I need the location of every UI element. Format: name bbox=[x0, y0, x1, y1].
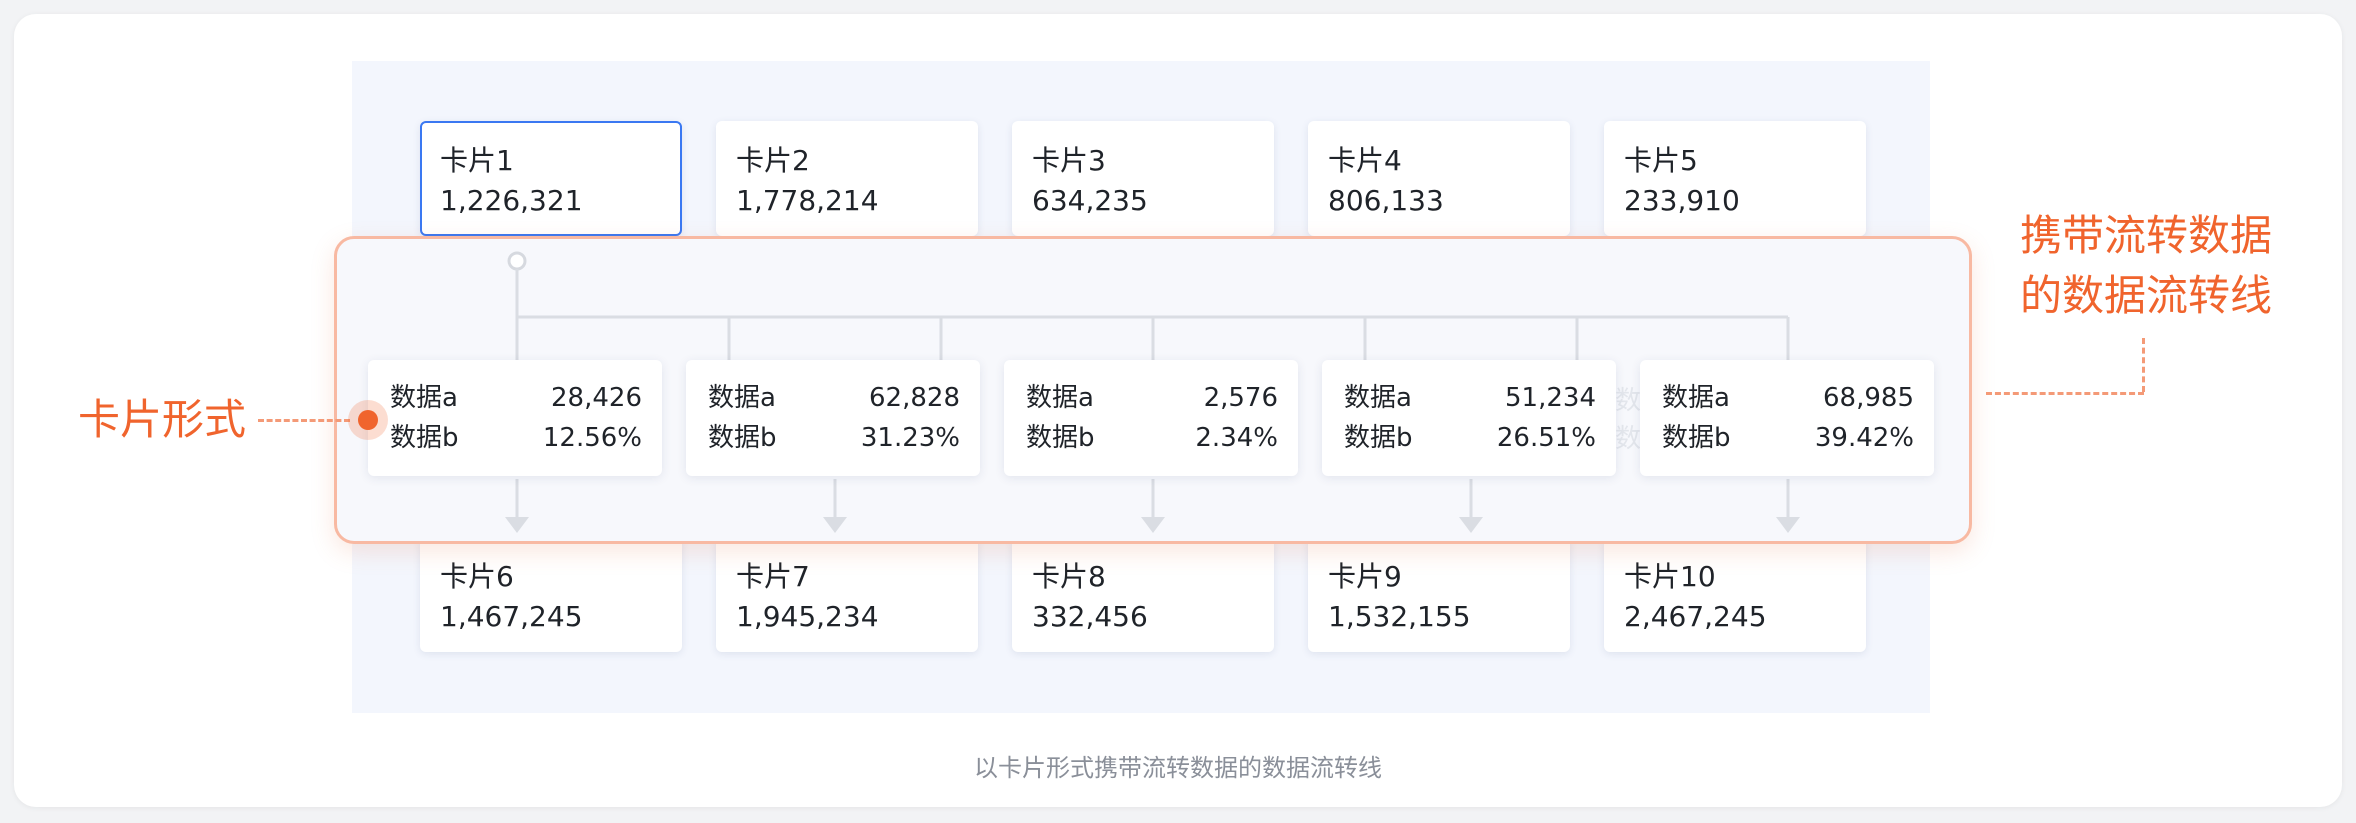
data-card-5[interactable]: 数据a 68,985 数据b 39.42% bbox=[1640, 360, 1934, 476]
data-value-a: 28,426 bbox=[551, 383, 642, 413]
card-value: 1,945,234 bbox=[736, 600, 879, 633]
annotation-leader-right-vertical bbox=[2142, 338, 2145, 392]
arrow-down-icon bbox=[823, 517, 847, 533]
card-value: 332,456 bbox=[1032, 600, 1148, 633]
data-value-b: 26.51% bbox=[1496, 423, 1596, 453]
card-title: 卡片4 bbox=[1328, 144, 1402, 177]
arrow-down-icon bbox=[1776, 517, 1800, 533]
card-value: 1,226,321 bbox=[440, 184, 583, 217]
data-row-b: 数据b 12.56% bbox=[390, 418, 642, 458]
card-title: 卡片5 bbox=[1624, 144, 1698, 177]
card-title: 卡片7 bbox=[736, 560, 810, 593]
annotation-flow-line-line1: 携带流转数据 bbox=[2020, 211, 2273, 260]
data-label-b: 数据b bbox=[1344, 423, 1413, 453]
data-row-b: 数据b 2.34% bbox=[1026, 418, 1278, 458]
data-label-b: 数据b bbox=[708, 423, 777, 453]
card-title: 卡片3 bbox=[1032, 144, 1106, 177]
data-label-b: 数据b bbox=[1662, 423, 1731, 453]
flow-line-highlight-panel: 数据a 数据b 数据a 数据b 数据a 数据b 数据a 数据b 数据a 28,4… bbox=[334, 236, 1972, 544]
data-card-1[interactable]: 数据a 28,426 数据b 12.56% bbox=[368, 360, 662, 476]
card-1[interactable]: 卡片1 1,226,321 bbox=[420, 121, 682, 236]
data-value-a: 2,576 bbox=[1203, 383, 1278, 413]
data-row-b: 数据b 31.23% bbox=[708, 418, 960, 458]
data-row-a: 数据a 51,234 bbox=[1344, 378, 1596, 418]
data-row-a: 数据a 2,576 bbox=[1026, 378, 1278, 418]
data-card-4[interactable]: 数据a 51,234 数据b 26.51% bbox=[1322, 360, 1616, 476]
data-row-a: 数据a 62,828 bbox=[708, 378, 960, 418]
card-value: 806,133 bbox=[1328, 184, 1444, 217]
card-title: 卡片9 bbox=[1328, 560, 1402, 593]
flow-source-node bbox=[507, 251, 527, 271]
data-row-a: 数据a 28,426 bbox=[390, 378, 642, 418]
card-6[interactable]: 卡片6 1,467,245 bbox=[420, 537, 682, 652]
card-5[interactable]: 卡片5 233,910 bbox=[1604, 121, 1866, 236]
card-4[interactable]: 卡片4 806,133 bbox=[1308, 121, 1570, 236]
annotation-leader-right-horizontal bbox=[1986, 392, 2144, 395]
anchor-dot-icon bbox=[358, 410, 378, 430]
data-value-b: 12.56% bbox=[542, 423, 642, 453]
data-label-a: 数据a bbox=[1662, 383, 1730, 413]
card-8[interactable]: 卡片8 332,456 bbox=[1012, 537, 1274, 652]
arrow-down-icon bbox=[505, 517, 529, 533]
card-title: 卡片10 bbox=[1624, 560, 1716, 593]
data-label-a: 数据a bbox=[1026, 383, 1094, 413]
data-label-a: 数据a bbox=[390, 383, 458, 413]
data-value-b: 31.23% bbox=[860, 423, 960, 453]
card-3[interactable]: 卡片3 634,235 bbox=[1012, 121, 1274, 236]
annotation-anchor-dot bbox=[348, 400, 388, 440]
arrow-down-icon bbox=[1459, 517, 1483, 533]
card-10[interactable]: 卡片10 2,467,245 bbox=[1604, 537, 1866, 652]
data-value-a: 62,828 bbox=[869, 383, 960, 413]
data-label-b: 数据b bbox=[1026, 423, 1095, 453]
data-value-a: 68,985 bbox=[1823, 383, 1914, 413]
card-title: 卡片6 bbox=[440, 560, 514, 593]
card-title: 卡片8 bbox=[1032, 560, 1106, 593]
data-value-a: 51,234 bbox=[1505, 383, 1596, 413]
card-value: 1,532,155 bbox=[1328, 600, 1471, 633]
card-value: 634,235 bbox=[1032, 184, 1148, 217]
card-value: 2,467,245 bbox=[1624, 600, 1767, 633]
data-value-b: 2.34% bbox=[1195, 423, 1278, 453]
figure-caption: 以卡片形式携带流转数据的数据流转线 bbox=[974, 754, 1382, 782]
data-row-b: 数据b 26.51% bbox=[1344, 418, 1596, 458]
annotation-leader-left bbox=[258, 419, 350, 422]
data-row-a: 数据a 68,985 bbox=[1662, 378, 1914, 418]
data-card-3[interactable]: 数据a 2,576 数据b 2.34% bbox=[1004, 360, 1298, 476]
card-value: 1,778,214 bbox=[736, 184, 879, 217]
card-title: 卡片1 bbox=[440, 144, 514, 177]
annotation-card-form: 卡片形式 bbox=[78, 395, 247, 444]
data-card-2[interactable]: 数据a 62,828 数据b 31.23% bbox=[686, 360, 980, 476]
card-7[interactable]: 卡片7 1,945,234 bbox=[716, 537, 978, 652]
card-value: 233,910 bbox=[1624, 184, 1740, 217]
data-label-a: 数据a bbox=[708, 383, 776, 413]
card-2[interactable]: 卡片2 1,778,214 bbox=[716, 121, 978, 236]
data-label-b: 数据b bbox=[390, 423, 459, 453]
card-value: 1,467,245 bbox=[440, 600, 583, 633]
data-label-a: 数据a bbox=[1344, 383, 1412, 413]
arrow-down-icon bbox=[1141, 517, 1165, 533]
card-title: 卡片2 bbox=[736, 144, 810, 177]
card-9[interactable]: 卡片9 1,532,155 bbox=[1308, 537, 1570, 652]
data-value-b: 39.42% bbox=[1814, 423, 1914, 453]
data-row-b: 数据b 39.42% bbox=[1662, 418, 1914, 458]
annotation-flow-line-line2: 的数据流转线 bbox=[2020, 271, 2273, 320]
